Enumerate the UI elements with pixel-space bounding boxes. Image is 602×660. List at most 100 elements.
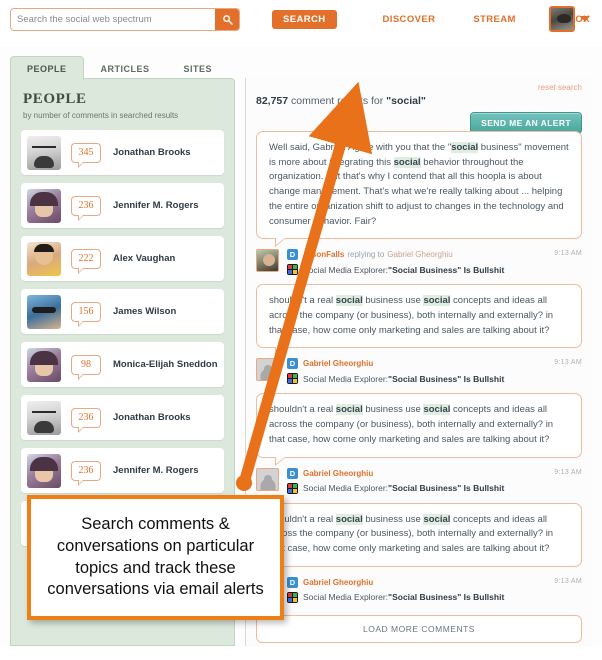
keyword-highlight: social <box>451 142 479 153</box>
avatar <box>27 294 61 329</box>
source-title: "Social Business" Is Bullshit <box>388 373 505 384</box>
nav-item-stream[interactable]: STREAM <box>473 10 516 29</box>
comment-text: Well said, Gabriel. Agree with you that … <box>269 142 452 153</box>
comment-body: Well said, Gabriel. Agree with you that … <box>256 131 582 248</box>
source-title: "Social Business" Is Bullshit <box>388 592 505 603</box>
avatar <box>256 467 279 491</box>
chevron-down-icon[interactable] <box>580 16 590 22</box>
comment-body: shouldn't a real social business use soc… <box>256 502 582 575</box>
sidebar-title: PEOPLE <box>23 91 87 107</box>
result-tabs: PEOPLE ARTICLES SITES <box>10 56 229 80</box>
person-row[interactable]: 236 Jennifer M. Rogers <box>21 448 224 493</box>
comment-body: shouldn't a real social business use soc… <box>256 284 582 357</box>
comment-count-badge: 236 <box>71 407 101 433</box>
avatar <box>256 249 279 273</box>
comment-body: shouldn't a real social business use soc… <box>256 393 582 466</box>
people-list: 345 Jonathan Brooks 236 Jennifer M. Rogers 2… <box>21 130 224 546</box>
avatar <box>27 241 61 276</box>
comment-text: shouldn't a real <box>269 404 336 416</box>
keyword-highlight: social <box>423 513 451 525</box>
person-row[interactable]: 236 Jonathan Brooks <box>21 395 224 440</box>
nav-item-search[interactable]: SEARCH <box>272 10 337 29</box>
avatar[interactable] <box>549 6 575 32</box>
main-nav: SEARCH DISCOVER STREAM INBOX <box>272 10 590 29</box>
site-favicon-icon <box>287 373 298 385</box>
avatar <box>27 135 61 170</box>
avatar <box>27 400 61 435</box>
person-row[interactable]: 236 Jennifer M. Rogers <box>21 183 224 228</box>
comments-list: Well said, Gabriel. Agree with you that … <box>256 131 582 603</box>
source-prefix: Social Media Explorer: <box>303 592 389 603</box>
disqus-icon: D <box>287 467 298 479</box>
search-icon[interactable] <box>215 9 239 30</box>
app-window: SEARCH DISCOVER STREAM INBOX PEOPLE ARTI… <box>0 0 602 660</box>
source-title: "Social Business" Is Bullshit <box>388 264 505 275</box>
disqus-icon: D <box>287 249 298 261</box>
person-name: Monica-Elijah Sneddon <box>113 359 218 370</box>
tab-articles[interactable]: ARTICLES <box>84 56 167 80</box>
comment-meta: D Gabriel Gheorghiu 9:13 AM Social Media Ex… <box>256 358 582 385</box>
comment-item: Well said, Gabriel. Agree with you that … <box>256 131 582 276</box>
avatar <box>256 358 279 382</box>
results-panel: reset search 82,757 comment results for … <box>245 78 592 646</box>
comment-source-line[interactable]: Social Media Explorer: "Social Business"… <box>287 373 582 385</box>
avatar <box>27 188 61 223</box>
person-row[interactable]: 345 Jonathan Brooks <box>21 130 224 175</box>
comment-author[interactable]: Gabriel Gheorghiu <box>303 578 373 587</box>
nav-item-discover[interactable]: DISCOVER <box>383 10 436 29</box>
keyword-highlight: social <box>335 295 363 307</box>
comment-source-line[interactable]: Social Media Explorer: "Social Business"… <box>287 482 582 494</box>
site-favicon-icon <box>287 264 298 276</box>
search-input[interactable] <box>11 9 215 30</box>
comment-meta-text: D Gabriel Gheorghiu 9:13 AM Social Media Ex… <box>287 576 582 603</box>
top-bar: SEARCH DISCOVER STREAM INBOX <box>0 0 602 46</box>
reply-target[interactable]: Gabriel Gheorghiu <box>387 250 452 259</box>
person-name: Jonathan Brooks <box>113 147 191 158</box>
comment-author-line: D Gabriel Gheorghiu 9:13 AM <box>287 576 582 588</box>
keyword-highlight: social <box>335 513 363 525</box>
tab-sites[interactable]: SITES <box>167 56 230 80</box>
source-prefix: Social Media Explorer: <box>303 373 389 384</box>
source-prefix: Social Media Explorer: <box>303 264 389 275</box>
comment-count-badge: 236 <box>71 195 101 221</box>
results-label: comment results for <box>288 95 387 107</box>
person-row[interactable]: 98 Monica-Elijah Sneddon <box>21 342 224 387</box>
results-query: "social" <box>386 95 426 107</box>
comment-author[interactable]: Gabriel Gheorghiu <box>303 469 373 478</box>
account-menu[interactable] <box>549 6 590 32</box>
comment-text: business use <box>362 295 424 307</box>
comment-author[interactable]: JasonFalls <box>303 250 344 259</box>
comment-text: business use <box>362 404 424 416</box>
replying-label: replying to <box>347 250 385 260</box>
site-favicon-icon <box>287 591 298 603</box>
comment-author-line: D Gabriel Gheorghiu 9:13 AM <box>287 358 582 370</box>
disqus-icon: D <box>287 358 298 370</box>
comment-meta-text: D JasonFalls replying to Gabriel Gheorghiu 9… <box>287 249 582 276</box>
avatar <box>27 347 61 382</box>
comment-time: 9:13 AM <box>554 468 582 476</box>
tab-people[interactable]: PEOPLE <box>10 56 84 80</box>
site-favicon-icon <box>287 482 298 494</box>
search-box[interactable] <box>10 8 240 31</box>
person-name: Jennifer M. Rogers <box>113 200 199 211</box>
comment-source-line[interactable]: Social Media Explorer: "Social Business"… <box>287 264 582 276</box>
comment-meta-text: D Gabriel Gheorghiu 9:13 AM Social Media Ex… <box>287 358 582 385</box>
disqus-icon: D <box>287 576 298 588</box>
comment-author-line: D Gabriel Gheorghiu 9:13 AM <box>287 467 582 479</box>
comment-author[interactable]: Gabriel Gheorghiu <box>303 359 373 368</box>
comment-author-line: D JasonFalls replying to Gabriel Gheorghiu 9… <box>287 249 582 261</box>
person-row[interactable]: 222 Alex Vaughan <box>21 236 224 281</box>
load-more-comments-button[interactable]: LOAD MORE COMMENTS <box>256 614 582 643</box>
person-name: Jonathan Brooks <box>113 412 191 423</box>
comment-time: 9:13 AM <box>554 359 582 367</box>
keyword-highlight: social <box>335 404 363 416</box>
person-name: James Wilson <box>113 306 177 317</box>
comment-source-line[interactable]: Social Media Explorer: "Social Business"… <box>287 591 582 603</box>
comment-time: 9:13 AM <box>554 250 582 258</box>
annotation-callout: Search comments & conversations on parti… <box>27 495 284 620</box>
bottom-strip <box>0 647 602 660</box>
reset-search-link[interactable]: reset search <box>538 83 582 92</box>
person-row[interactable]: 156 James Wilson <box>21 289 224 334</box>
comment-count-badge: 222 <box>71 248 101 274</box>
comment-text: shouldn't a real <box>269 295 336 307</box>
